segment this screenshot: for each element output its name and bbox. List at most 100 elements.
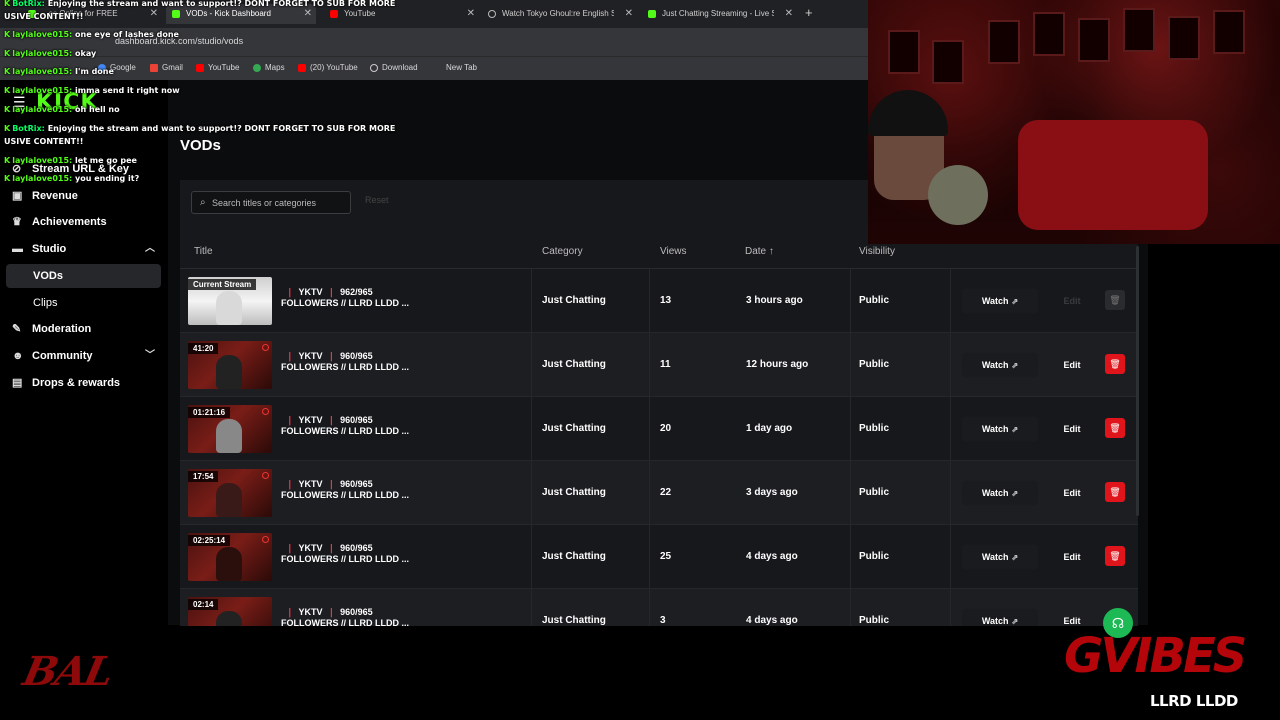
search-box[interactable]: ⌕	[191, 191, 351, 214]
search-input[interactable]	[212, 195, 348, 211]
sidebar-item-community[interactable]: ☻ Community ﹀	[6, 344, 161, 368]
vod-date: 1 day ago	[746, 423, 793, 434]
vod-title[interactable]: ❘ YKTV ❘ 960/965 FOLLOWERS // LLRD LLDD ...	[281, 543, 441, 565]
close-icon[interactable]: ✕	[467, 4, 475, 24]
chat-message: Klaylalove015: I'm done	[4, 67, 114, 76]
close-icon[interactable]: ✕	[785, 4, 793, 24]
record-icon	[262, 472, 269, 479]
table-row[interactable]: 02:25:14 ❘ YKTV ❘ 960/965 FOLLOWERS // LLRD …	[180, 525, 1138, 589]
vod-category: Just Chatting	[542, 487, 606, 498]
close-icon[interactable]: ✕	[625, 4, 633, 24]
vod-thumbnail[interactable]: 41:20	[188, 341, 272, 389]
column-date[interactable]: Date ↑	[745, 246, 774, 257]
trophy-icon: ♛	[12, 216, 22, 228]
column-category[interactable]: Category	[542, 246, 583, 257]
watch-button[interactable]: Watch ⇗	[962, 481, 1038, 505]
vod-views: 22	[660, 487, 672, 498]
watch-button[interactable]: Watch ⇗	[962, 353, 1038, 377]
bookmark-new-tab[interactable]: New Tab	[446, 63, 477, 72]
vod-visibility: Public	[859, 487, 890, 498]
delete-button[interactable]: 🗑	[1105, 546, 1125, 566]
delete-button[interactable]: 🗑	[1105, 354, 1125, 374]
edit-button-disabled: Edit	[1063, 296, 1081, 306]
delete-button[interactable]: 🗑	[1105, 482, 1125, 502]
vod-title[interactable]: ❘ YKTV ❘ 960/965 FOLLOWERS // LLRD LLDD ...	[281, 351, 441, 373]
vod-thumbnail[interactable]: Current Stream	[188, 277, 272, 325]
chat-message: Klaylalove015: okay	[4, 49, 97, 58]
thumbnail-figure	[216, 355, 242, 389]
table-row[interactable]: 41:20 ❘ YKTV ❘ 960/965 FOLLOWERS // LLRD LLD…	[180, 333, 1138, 397]
sidebar-item-moderation[interactable]: ✎ Moderation	[6, 317, 161, 341]
wrench-icon: ✎	[12, 323, 22, 335]
external-link-icon: ⇗	[1011, 297, 1019, 306]
edit-button[interactable]: Edit	[1054, 545, 1090, 569]
column-divider	[950, 333, 951, 397]
browser-tab[interactable]: Just Chatting Streaming - Live S ✕	[648, 4, 793, 24]
delete-button-disabled: 🗑	[1105, 290, 1125, 310]
vod-views: 25	[660, 551, 672, 562]
trash-icon: 🗑	[1109, 423, 1121, 433]
vod-thumbnail[interactable]: 17:54	[188, 469, 272, 517]
table-row[interactable]: 02:14 ❘ YKTV ❘ 960/965 FOLLOWERS // LLRD LLD…	[180, 589, 1138, 626]
vod-title[interactable]: ❘ YKTV ❘ 962/965 FOLLOWERS // LLRD LLDD ...	[281, 287, 441, 309]
vod-views: 3	[660, 615, 666, 626]
thumbnail-figure	[216, 419, 242, 453]
column-visibility[interactable]: Visibility	[859, 246, 895, 257]
exclamation-icon: ❘	[286, 287, 294, 297]
reset-button[interactable]: Reset	[365, 195, 389, 205]
exclamation-icon: ❘	[327, 415, 336, 425]
sidebar-item-drops-rewards[interactable]: ▤ Drops & rewards	[6, 371, 161, 395]
column-divider	[950, 269, 951, 333]
sidebar-item-vods[interactable]: VODs	[6, 264, 161, 288]
table-row[interactable]: 01:21:16 ❘ YKTV ❘ 960/965 FOLLOWERS // LLRD …	[180, 397, 1138, 461]
vod-title[interactable]: ❘ YKTV ❘ 960/965 FOLLOWERS // LLRD LLDD ...	[281, 415, 441, 437]
edit-button[interactable]: Edit	[1054, 609, 1090, 626]
thumbnail-figure	[216, 291, 242, 325]
kick-badge-icon: K	[4, 30, 11, 39]
microphone-icon	[928, 165, 988, 225]
kick-badge-icon: K	[4, 174, 11, 183]
watch-button[interactable]: Watch ⇗	[962, 609, 1038, 626]
edit-button[interactable]: Edit	[1054, 481, 1090, 505]
wall-poster	[1078, 18, 1110, 62]
scrollbar[interactable]	[1136, 246, 1139, 516]
exclamation-icon: ❘	[327, 607, 336, 617]
sidebar-item-clips[interactable]: Clips	[6, 291, 161, 315]
external-link-icon: ⇗	[1011, 489, 1019, 498]
table-row[interactable]: 17:54 ❘ YKTV ❘ 960/965 FOLLOWERS // LLRD LLD…	[180, 461, 1138, 525]
trash-icon: 🗑	[1109, 487, 1121, 497]
vod-thumbnail[interactable]: 01:21:16	[188, 405, 272, 453]
vod-views: 20	[660, 423, 672, 434]
column-divider	[950, 525, 951, 589]
vod-thumbnail[interactable]: 02:25:14	[188, 533, 272, 581]
watch-button[interactable]: Watch ⇗	[962, 545, 1038, 569]
column-divider	[850, 525, 851, 589]
vod-title[interactable]: ❘ YKTV ❘ 960/965 FOLLOWERS // LLRD LLDD ...	[281, 479, 441, 501]
vod-date: 4 days ago	[746, 551, 798, 562]
column-views[interactable]: Views	[660, 246, 687, 257]
streamer-beanie	[868, 90, 948, 136]
new-tab-button[interactable]: +	[805, 4, 813, 22]
edit-button[interactable]: Edit	[1054, 353, 1090, 377]
exclamation-icon: ❘	[327, 479, 336, 489]
chevron-up-icon[interactable]: ︿	[145, 237, 155, 261]
edit-button[interactable]: Edit	[1054, 417, 1090, 441]
delete-button[interactable]: 🗑	[1105, 418, 1125, 438]
exclamation-icon: ❘	[286, 415, 294, 425]
sidebar-item-studio[interactable]: ▬ Studio ︿	[6, 237, 161, 261]
chevron-down-icon[interactable]: ﹀	[145, 344, 155, 368]
column-divider	[531, 461, 532, 525]
sidebar-item-achievements[interactable]: ♛ Achievements	[6, 210, 161, 234]
vod-title[interactable]: ❘ YKTV ❘ 960/965 FOLLOWERS // LLRD LLDD ...	[281, 607, 441, 626]
column-title[interactable]: Title	[194, 246, 213, 257]
watch-button[interactable]: Watch ⇗	[962, 289, 1038, 313]
duration-badge: 02:14	[188, 599, 219, 610]
table-row[interactable]: Current Stream ❘ YKTV ❘ 962/965 FOLLOWERS //…	[180, 269, 1138, 333]
browser-tab[interactable]: Watch Tokyo Ghoul:re English S ✕	[488, 4, 633, 24]
watch-button[interactable]: Watch ⇗	[962, 417, 1038, 441]
column-divider	[649, 269, 650, 333]
record-icon	[262, 536, 269, 543]
wall-poster	[1033, 12, 1065, 56]
vod-category: Just Chatting	[542, 423, 606, 434]
vod-thumbnail[interactable]: 02:14	[188, 597, 272, 626]
